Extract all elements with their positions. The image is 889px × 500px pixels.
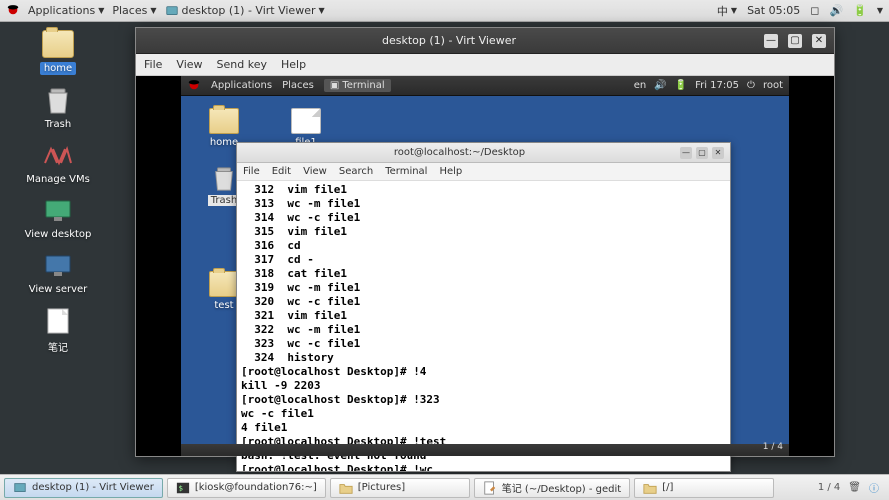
chevron-down-icon: ▼ (150, 6, 156, 15)
term-menu-view[interactable]: View (303, 166, 327, 177)
close-button[interactable]: ✕ (812, 34, 826, 48)
term-menu-terminal[interactable]: Terminal (385, 166, 427, 177)
host-clock[interactable]: Sat 05:05 (747, 4, 800, 17)
vv-menu-sendkey[interactable]: Send key (217, 58, 267, 71)
battery-icon[interactable]: 🔋 (675, 80, 687, 91)
chevron-down-icon[interactable]: ▼ (877, 6, 883, 15)
vv-menubar: File View Send key Help (136, 54, 834, 76)
terminal-icon: ▣ (330, 80, 339, 91)
taskbar-item[interactable]: [/] (634, 478, 774, 498)
host-menu-applications[interactable]: Applications▼ (28, 4, 104, 17)
terminal-maximize-button[interactable]: ▢ (696, 147, 708, 159)
guest-bottom-panel: 1 / 4 (181, 444, 789, 456)
vv-menu-file[interactable]: File (144, 58, 162, 71)
vv-title-text: desktop (1) - Virt Viewer (144, 34, 754, 47)
taskbar-item[interactable]: [Pictures] (330, 478, 470, 498)
guest-lang-indicator[interactable]: en (634, 80, 647, 91)
desktop-icon-home[interactable]: home (18, 30, 98, 75)
vv-menu-help[interactable]: Help (281, 58, 306, 71)
guest-pager[interactable]: 1 / 4 (763, 442, 783, 452)
taskbar-item[interactable]: $[kiosk@foundation76:~] (167, 478, 326, 498)
volume-icon[interactable]: 🔊 (829, 4, 843, 17)
desktop-icon-view-server[interactable]: View server (18, 252, 98, 295)
guest-taskbar-terminal[interactable]: ▣Terminal (324, 79, 391, 92)
host-active-app-menu[interactable]: desktop (1) - Virt Viewer▼ (165, 4, 325, 18)
vv-menu-view[interactable]: View (176, 58, 202, 71)
host-ime-indicator[interactable]: 中▼ (717, 3, 737, 19)
maximize-button[interactable]: ▢ (788, 34, 802, 48)
power-icon[interactable]: ⏻ (747, 80, 755, 91)
trash-icon[interactable]: 🗑 (848, 482, 861, 493)
terminal-content[interactable]: 312 vim file1 313 wc -m file1 314 wc -c … (237, 181, 730, 471)
terminal-minimize-button[interactable]: — (680, 147, 692, 159)
guest-menu-places[interactable]: Places (282, 80, 314, 91)
virt-viewer-window: desktop (1) - Virt Viewer — ▢ ✕ File Vie… (135, 27, 835, 457)
term-menu-help[interactable]: Help (439, 166, 462, 177)
host-taskbar: desktop (1) - Virt Viewer$[kiosk@foundat… (0, 474, 889, 500)
desktop-icon-note[interactable]: 笔记 (18, 307, 98, 354)
terminal-titlebar[interactable]: root@localhost:~/Desktop — ▢ ✕ (237, 143, 730, 163)
desktop-icon-trash[interactable]: Trash (18, 87, 98, 130)
guest-menu-applications[interactable]: Applications (211, 80, 272, 91)
desktop-icon-view-desktop[interactable]: View desktop (18, 197, 98, 240)
guest-user[interactable]: root (763, 80, 783, 91)
terminal-window: root@localhost:~/Desktop — ▢ ✕ File Edit… (236, 142, 731, 472)
redhat-icon (187, 77, 201, 94)
term-menu-edit[interactable]: Edit (272, 166, 291, 177)
volume-icon[interactable]: 🔊 (654, 80, 666, 91)
taskbar-item[interactable]: desktop (1) - Virt Viewer (4, 478, 163, 498)
desktop-icon-manage-vms[interactable]: Manage VMs (18, 142, 98, 185)
redhat-icon (6, 2, 20, 19)
host-desktop[interactable]: home Trash Manage VMs View desktop View … (0, 22, 889, 474)
chevron-down-icon: ▼ (318, 6, 324, 15)
host-menu-places[interactable]: Places▼ (112, 4, 156, 17)
screen-icon[interactable]: ◻ (810, 4, 819, 17)
battery-icon[interactable]: 🔋 (853, 4, 867, 17)
svg-text:$: $ (178, 484, 182, 492)
vv-titlebar[interactable]: desktop (1) - Virt Viewer — ▢ ✕ (136, 28, 834, 54)
taskbar-pager[interactable]: 1 / 4 (818, 482, 840, 493)
guest-clock[interactable]: Fri 17:05 (695, 80, 739, 91)
terminal-close-button[interactable]: ✕ (712, 147, 724, 159)
guest-top-panel: Applications Places ▣Terminal en 🔊 🔋 Fri… (181, 76, 789, 96)
minimize-button[interactable]: — (764, 34, 778, 48)
guest-vm-display[interactable]: Applications Places ▣Terminal en 🔊 🔋 Fri… (136, 76, 834, 456)
terminal-menubar: File Edit View Search Terminal Help (237, 163, 730, 181)
term-menu-file[interactable]: File (243, 166, 260, 177)
taskbar-item[interactable]: 笔记 (~/Desktop) - gedit (474, 478, 630, 498)
guest-desktop[interactable]: home file1 Trash test root@localhost:~/D… (181, 96, 789, 456)
chevron-down-icon: ▼ (98, 6, 104, 15)
terminal-title-text: root@localhost:~/Desktop (243, 147, 676, 158)
host-top-panel: Applications▼ Places▼ desktop (1) - Virt… (0, 0, 889, 22)
info-icon[interactable]: ⓘ (869, 480, 879, 495)
term-menu-search[interactable]: Search (339, 166, 373, 177)
